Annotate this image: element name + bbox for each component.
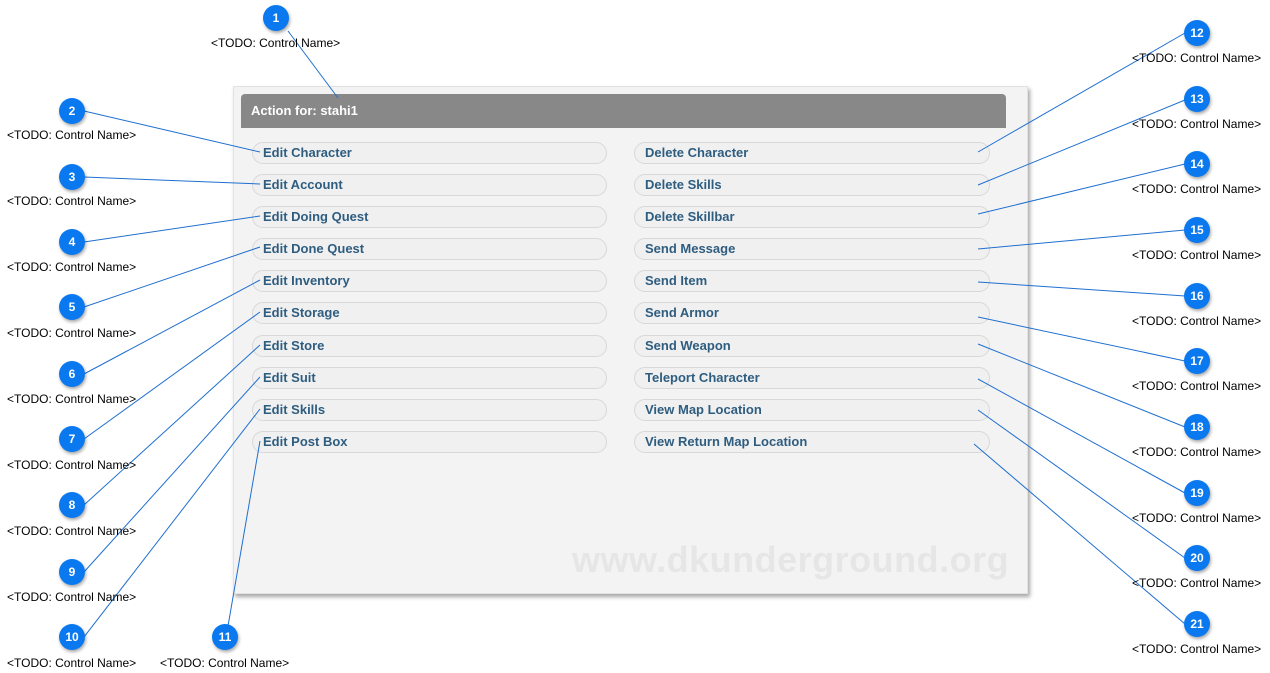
callout-badge-5: 5	[59, 294, 85, 320]
callout-label-11: <TODO: Control Name>	[160, 656, 290, 670]
callout-line-5	[83, 246, 261, 308]
callout-badge-6: 6	[59, 361, 85, 387]
callout-lines	[83, 30, 1186, 638]
callout-line-13	[977, 99, 1186, 186]
callout-line-4	[83, 215, 261, 243]
callout-badge-20: 20	[1184, 545, 1210, 571]
callout-badge-21: 21	[1184, 611, 1210, 637]
callout-line-11	[227, 440, 261, 627]
callout-label-17: <TODO: Control Name>	[1132, 379, 1262, 393]
callout-label-3: <TODO: Control Name>	[7, 194, 137, 208]
callout-label-5: <TODO: Control Name>	[7, 326, 137, 340]
callout-label-4: <TODO: Control Name>	[7, 260, 137, 274]
callout-badge-2: 2	[59, 98, 85, 124]
callout-label-1: <TODO: Control Name>	[211, 36, 341, 50]
callout-badge-3: 3	[59, 164, 85, 190]
callout-badge-8: 8	[59, 492, 85, 518]
callout-badge-13: 13	[1184, 86, 1210, 112]
callout-label-21: <TODO: Control Name>	[1132, 642, 1262, 656]
callout-label-8: <TODO: Control Name>	[7, 524, 137, 538]
callout-label-15: <TODO: Control Name>	[1132, 248, 1262, 262]
callout-line-15	[977, 229, 1186, 250]
callout-label-16: <TODO: Control Name>	[1132, 314, 1262, 328]
callout-badge-16: 16	[1184, 283, 1210, 309]
callout-line-16	[977, 281, 1186, 297]
callout-label-19: <TODO: Control Name>	[1132, 511, 1262, 525]
callout-line-8	[83, 344, 261, 506]
callout-badge-1: 1	[263, 5, 289, 31]
callout-label-7: <TODO: Control Name>	[7, 458, 137, 472]
callout-badge-18: 18	[1184, 414, 1210, 440]
callout-label-12: <TODO: Control Name>	[1132, 51, 1262, 65]
callout-badge-9: 9	[59, 559, 85, 585]
callout-line-3	[83, 176, 261, 185]
callout-label-14: <TODO: Control Name>	[1132, 182, 1262, 196]
callout-line-9	[83, 376, 261, 573]
callout-badge-19: 19	[1184, 480, 1210, 506]
callout-badge-11: 11	[212, 624, 238, 650]
callout-line-19	[977, 378, 1186, 494]
callout-badge-7: 7	[59, 426, 85, 452]
callout-line-21	[973, 443, 1186, 625]
callout-label-18: <TODO: Control Name>	[1132, 445, 1262, 459]
callout-label-2: <TODO: Control Name>	[7, 128, 137, 142]
callout-label-9: <TODO: Control Name>	[7, 590, 137, 604]
callout-badge-4: 4	[59, 229, 85, 255]
callout-badge-17: 17	[1184, 348, 1210, 374]
callout-label-10: <TODO: Control Name>	[7, 656, 137, 670]
callout-label-13: <TODO: Control Name>	[1132, 117, 1262, 131]
callout-label-20: <TODO: Control Name>	[1132, 576, 1262, 590]
callout-label-6: <TODO: Control Name>	[7, 392, 137, 406]
callout-badge-14: 14	[1184, 151, 1210, 177]
callout-badge-12: 12	[1184, 20, 1210, 46]
callout-badge-15: 15	[1184, 217, 1210, 243]
callout-badge-10: 10	[59, 624, 85, 650]
